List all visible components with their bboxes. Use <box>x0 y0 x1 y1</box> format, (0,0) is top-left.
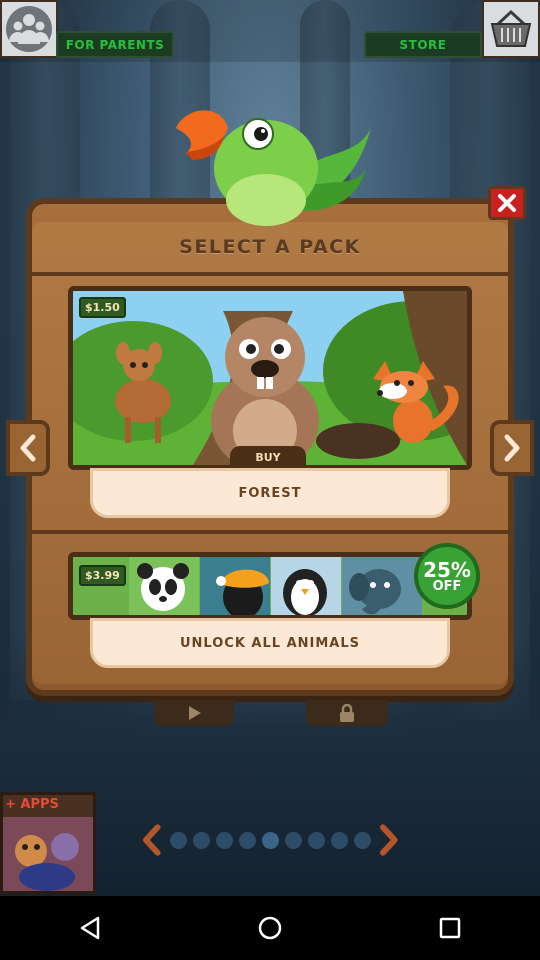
basket-icon <box>490 9 532 47</box>
store-label: STORE <box>399 37 447 52</box>
discount-value: 25% <box>423 557 471 582</box>
chevron-left-icon <box>20 434 36 462</box>
page-dots <box>169 831 371 849</box>
close-button[interactable] <box>488 186 526 220</box>
previous-pack-button[interactable] <box>6 420 50 476</box>
chevron-right-icon[interactable] <box>377 823 401 857</box>
store-button[interactable]: STORE <box>364 31 482 58</box>
locked-button[interactable] <box>306 700 388 726</box>
page-dot <box>353 831 371 849</box>
next-pack-button[interactable] <box>490 420 534 476</box>
for-parents-label: FOR PARENTS <box>65 37 165 52</box>
family-icon <box>6 6 52 52</box>
back-icon <box>80 916 100 940</box>
back-button[interactable] <box>72 910 108 946</box>
forest-buy-button[interactable]: BUY <box>230 446 306 468</box>
forest-pack-illustration <box>73 291 467 465</box>
lock-icon <box>340 703 354 722</box>
profile-button[interactable] <box>0 0 58 58</box>
page-indicator <box>140 822 400 858</box>
discount-text: OFF <box>432 578 462 594</box>
home-icon <box>258 916 282 940</box>
recents-button[interactable] <box>432 910 468 946</box>
dialog-title: SELECT A PACK <box>179 236 361 258</box>
penguin-illustration <box>283 569 327 615</box>
apps-label: + APPS <box>5 797 59 812</box>
play-button[interactable] <box>154 700 234 726</box>
page-dot <box>192 831 210 849</box>
divider <box>30 530 510 534</box>
play-icon <box>189 706 201 720</box>
page-dot <box>330 831 348 849</box>
forest-pack-name: FOREST <box>238 485 302 501</box>
page-dot <box>238 831 256 849</box>
top-bar: FOR PARENTS STORE <box>0 0 540 62</box>
for-parents-button[interactable]: FOR PARENTS <box>56 31 174 58</box>
forest-pack-card[interactable]: $1.50 <box>68 286 472 470</box>
page-dot <box>261 831 279 849</box>
parrot-mascot <box>176 110 371 226</box>
page-dot <box>307 831 325 849</box>
forest-pack-label[interactable]: FOREST <box>90 468 450 518</box>
divider <box>30 272 510 276</box>
apps-promo-illustration <box>3 817 93 891</box>
apps-promo[interactable]: + APPS <box>0 792 96 894</box>
chevron-left-icon[interactable] <box>140 823 164 857</box>
all-animals-pack-card[interactable]: $3.99 <box>68 552 472 620</box>
forest-price-badge: $1.50 <box>79 297 126 318</box>
chevron-right-icon <box>504 434 520 462</box>
close-icon <box>498 194 516 212</box>
page-dot <box>284 831 302 849</box>
system-nav-bar <box>0 896 540 960</box>
all-animals-price-badge: $3.99 <box>79 565 126 586</box>
home-button[interactable] <box>252 910 288 946</box>
recents-icon <box>439 917 461 939</box>
discount-badge: 25% OFF <box>414 543 480 609</box>
all-animals-pack-name: UNLOCK ALL ANIMALS <box>179 635 361 651</box>
basket-button[interactable] <box>482 0 540 58</box>
all-animals-illustration <box>73 557 467 615</box>
page-dot <box>215 831 233 849</box>
page-dot <box>169 831 187 849</box>
all-animals-pack-label[interactable]: UNLOCK ALL ANIMALS <box>90 618 450 668</box>
